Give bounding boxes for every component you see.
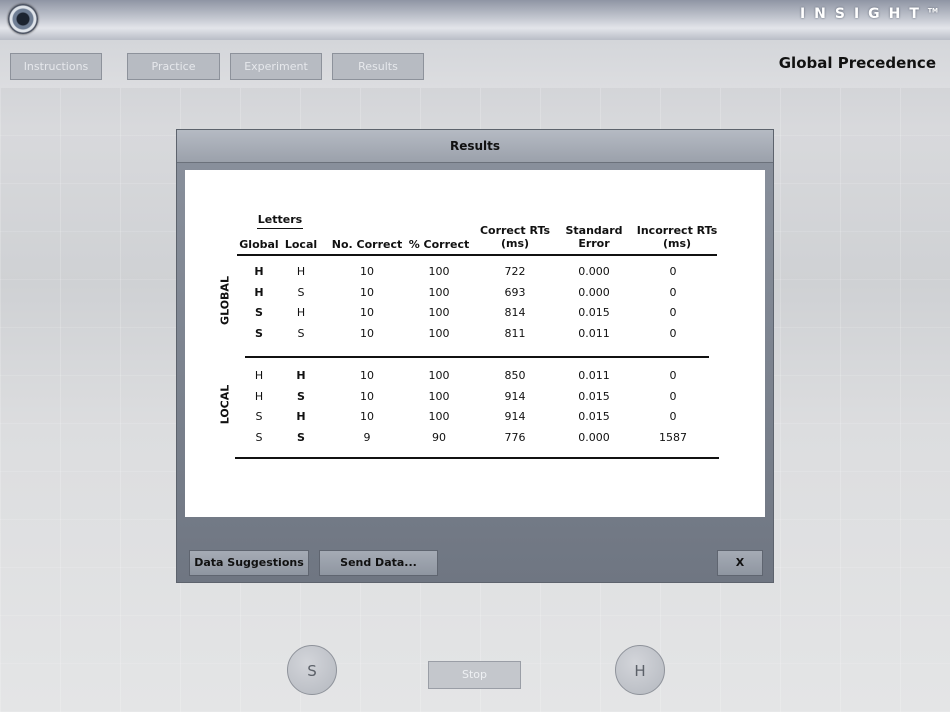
cell-global: S <box>255 410 263 423</box>
tab-experiment[interactable]: Experiment <box>230 53 322 80</box>
col-no-correct: No. Correct <box>331 238 403 251</box>
cell-pct-correct: 100 <box>428 306 450 319</box>
cell-no-correct: 10 <box>360 410 374 423</box>
cell-std-err: 0.011 <box>578 326 610 340</box>
cell-incorrect-rt: 0 <box>669 265 677 278</box>
cell-correct-rt: 814 <box>504 306 526 319</box>
cell-local: H <box>296 410 306 423</box>
section-rule <box>245 356 709 358</box>
section-label-local: LOCAL <box>218 384 232 425</box>
cell-no-correct: 10 <box>360 285 374 299</box>
cell-std-err: 0.000 <box>578 265 610 278</box>
cell-no-correct: 10 <box>360 265 374 278</box>
cell-pct-correct: 90 <box>432 430 446 444</box>
cell-no-correct: 10 <box>360 369 374 382</box>
top-bar: INSIGHTTM <box>0 0 950 41</box>
cell-correct-rt: 914 <box>504 410 526 423</box>
close-button[interactable]: X <box>717 550 763 576</box>
cell-pct-correct: 100 <box>428 369 450 382</box>
dialog-title: Results <box>177 130 773 163</box>
cell-std-err: 0.015 <box>578 306 610 319</box>
cell-local: S <box>297 389 305 403</box>
cell-correct-rt: 811 <box>504 326 526 340</box>
cell-no-correct: 10 <box>360 326 374 340</box>
cell-correct-rt: 776 <box>504 430 526 444</box>
stop-button[interactable]: Stop <box>428 661 521 689</box>
tab-practice[interactable]: Practice <box>127 53 220 80</box>
col-standard-error: Standard Error <box>565 224 623 250</box>
cell-incorrect-rt: 0 <box>669 326 677 340</box>
cell-global: H <box>254 369 264 382</box>
cell-global: S <box>255 430 263 444</box>
s-key-button[interactable]: S <box>287 645 337 695</box>
cell-local: H <box>296 369 306 382</box>
col-correct-rts: Correct RTs (ms) <box>479 224 551 250</box>
section-label-global: GLOBAL <box>218 276 232 325</box>
cell-global: H <box>254 265 264 278</box>
col-local: Local <box>284 238 318 251</box>
tab-instructions[interactable]: Instructions <box>10 53 102 80</box>
cell-local: S <box>297 285 305 299</box>
brand-logo: INSIGHTTM <box>799 6 938 22</box>
footer-rule <box>235 457 719 459</box>
cell-no-correct: 9 <box>363 430 371 444</box>
cell-global: H <box>254 389 264 403</box>
cell-incorrect-rt: 1587 <box>659 430 687 444</box>
cell-pct-correct: 100 <box>428 410 450 423</box>
cell-std-err: 0.000 <box>578 430 610 444</box>
cell-pct-correct: 100 <box>428 389 450 403</box>
cell-global: S <box>255 306 263 319</box>
col-incorrect-rts: Incorrect RTs (ms) <box>636 224 718 250</box>
cell-std-err: 0.000 <box>578 285 610 299</box>
cell-pct-correct: 100 <box>428 326 450 340</box>
cell-no-correct: 10 <box>360 306 374 319</box>
cell-incorrect-rt: 0 <box>669 389 677 403</box>
results-dialog: Results Letters Global Local No. Correct… <box>176 129 774 583</box>
cell-incorrect-rt: 0 <box>669 369 677 382</box>
page-title: Global Precedence <box>778 54 936 72</box>
data-suggestions-button[interactable]: Data Suggestions <box>189 550 309 576</box>
h-key-button[interactable]: H <box>615 645 665 695</box>
results-sheet: Letters Global Local No. Correct % Corre… <box>185 170 765 517</box>
cell-pct-correct: 100 <box>428 265 450 278</box>
col-pct-correct: % Correct <box>408 238 470 251</box>
eye-logo-icon[interactable] <box>8 4 38 34</box>
cell-correct-rt: 722 <box>504 265 526 278</box>
cell-std-err: 0.015 <box>578 389 610 403</box>
cell-correct-rt: 693 <box>504 285 526 299</box>
cell-incorrect-rt: 0 <box>669 410 677 423</box>
cell-local: S <box>297 326 305 340</box>
letters-underline <box>257 228 303 229</box>
cell-global: H <box>254 285 264 299</box>
cell-global: S <box>255 326 263 340</box>
results-table: Letters Global Local No. Correct % Corre… <box>185 170 765 517</box>
cell-incorrect-rt: 0 <box>669 306 677 319</box>
cell-local: S <box>297 430 305 444</box>
cell-std-err: 0.015 <box>578 410 610 423</box>
cell-correct-rt: 850 <box>504 369 526 382</box>
cell-local: H <box>296 265 306 278</box>
cell-std-err: 0.011 <box>578 369 610 382</box>
cell-pct-correct: 100 <box>428 285 450 299</box>
col-global: Global <box>239 238 279 251</box>
cell-no-correct: 10 <box>360 389 374 403</box>
send-data-button[interactable]: Send Data... <box>319 550 438 576</box>
tab-results[interactable]: Results <box>332 53 424 80</box>
cell-local: H <box>296 306 306 319</box>
cell-correct-rt: 914 <box>504 389 526 403</box>
letters-header: Letters <box>257 213 303 226</box>
cell-incorrect-rt: 0 <box>669 285 677 299</box>
header-rule <box>237 254 717 256</box>
